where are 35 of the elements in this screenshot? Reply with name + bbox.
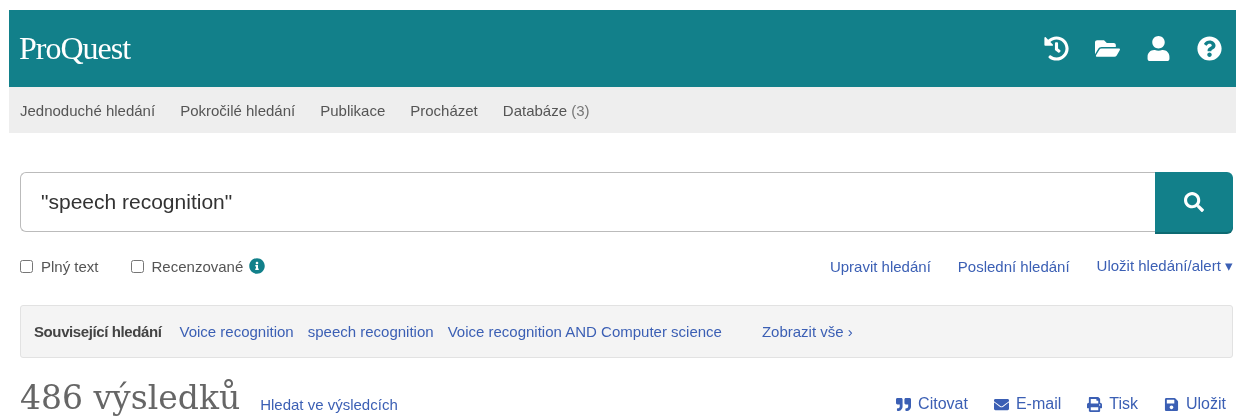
- print-icon: [1087, 396, 1103, 412]
- save-icon: [1164, 396, 1179, 412]
- action-link[interactable]: Citovat: [896, 395, 968, 414]
- nav-link[interactable]: Pokročilé hledání: [180, 101, 296, 119]
- nav-link[interactable]: Jednoduché hledání: [20, 101, 156, 119]
- related-link[interactable]: speech recognition: [307, 323, 434, 340]
- user-icon[interactable]: [1146, 36, 1171, 61]
- search-within-link[interactable]: Hledat ve výsledcích: [260, 396, 398, 417]
- related-label: Související hledání: [34, 323, 162, 340]
- action-link[interactable]: Tisk: [1087, 395, 1138, 414]
- nav-link[interactable]: Publikace: [320, 101, 386, 119]
- history-icon[interactable]: [1044, 36, 1069, 61]
- action-link[interactable]: Uložit: [1164, 395, 1226, 414]
- envelope-icon: [993, 396, 1009, 412]
- action-link[interactable]: E-mail: [993, 395, 1062, 414]
- show-all-link[interactable]: Zobrazit vše ›: [761, 323, 853, 340]
- search-icon: [1184, 192, 1204, 212]
- search-link[interactable]: Poslední hledání: [957, 257, 1070, 275]
- help-icon[interactable]: [1197, 36, 1222, 61]
- search-link[interactable]: Uložit hledání/alert ▾: [1096, 257, 1233, 275]
- search-field[interactable]: "speech recognition": [20, 172, 1155, 232]
- checkbox[interactable]: [130, 259, 144, 273]
- related-link[interactable]: Voice recognition AND Computer science: [447, 323, 722, 340]
- related-link[interactable]: Voice recognition: [179, 323, 294, 340]
- checkbox-label: Recenzované: [151, 257, 244, 275]
- quote-icon: [896, 396, 912, 412]
- search-link[interactable]: Upravit hledání: [829, 257, 931, 275]
- search-button[interactable]: [1155, 172, 1233, 232]
- nav-link[interactable]: Databáze (3): [502, 101, 590, 119]
- nav-link[interactable]: Procházet: [410, 101, 478, 119]
- result-count: 486 výsledků: [20, 380, 241, 417]
- info-icon[interactable]: [249, 258, 266, 274]
- checkbox[interactable]: [20, 259, 33, 273]
- checkbox-label: Plný text: [41, 257, 99, 275]
- logo[interactable]: ProQuest: [19, 30, 131, 67]
